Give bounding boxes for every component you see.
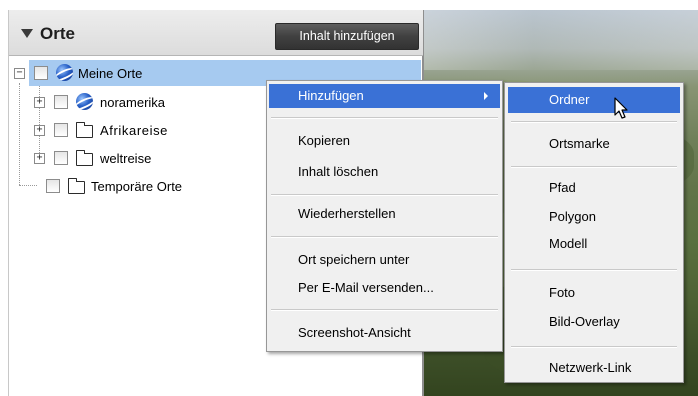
submenu-arrow-icon <box>484 92 488 100</box>
menu-separator <box>271 309 498 311</box>
collapse-triangle-icon[interactable] <box>21 29 33 38</box>
tree-item-checkbox[interactable] <box>54 123 68 137</box>
tree-connector <box>39 83 40 161</box>
menu-separator <box>271 236 498 238</box>
submenu-item-image-overlay[interactable]: Bild-Overlay <box>508 309 680 335</box>
submenu-item-network-link[interactable]: Netzwerk-Link <box>508 355 680 381</box>
menu-item-send-email[interactable]: Per E-Mail versenden... <box>269 276 500 300</box>
tree-connector <box>19 83 20 185</box>
expand-icon[interactable]: + <box>34 97 45 108</box>
menu-separator <box>271 117 498 119</box>
add-submenu: Ordner Ortsmarke Pfad Polygon Modell Fot… <box>504 82 684 383</box>
places-panel-header: Orte Inhalt hinzufügen <box>9 10 423 56</box>
tree-item-label[interactable]: Afrikareise <box>100 123 168 138</box>
menu-item-save-place-as[interactable]: Ort speichern unter <box>269 248 500 272</box>
menu-item-add[interactable]: Hinzufügen <box>269 84 500 108</box>
mouse-cursor-icon <box>614 97 628 119</box>
menu-item-screenshot-view[interactable]: Screenshot-Ansicht <box>269 321 500 345</box>
submenu-item-placemark[interactable]: Ortsmarke <box>508 131 680 157</box>
tree-item-label[interactable]: noramerika <box>100 95 165 110</box>
tree-item-label[interactable]: weltreise <box>100 151 151 166</box>
tree-connector <box>19 185 37 186</box>
menu-item-label: Hinzufügen <box>298 88 364 103</box>
tree-item-checkbox[interactable] <box>54 95 68 109</box>
tree-item-checkbox[interactable] <box>34 66 48 80</box>
menu-separator <box>511 166 677 168</box>
expand-icon[interactable]: + <box>34 125 45 136</box>
submenu-item-polygon[interactable]: Polygon <box>508 204 680 230</box>
submenu-item-model[interactable]: Modell <box>508 231 680 257</box>
menu-separator <box>511 269 677 271</box>
expand-icon[interactable]: + <box>34 153 45 164</box>
folder-icon <box>67 178 85 194</box>
menu-separator <box>511 346 677 348</box>
add-content-button[interactable]: Inhalt hinzufügen <box>275 23 419 50</box>
submenu-item-folder[interactable]: Ordner <box>508 87 680 113</box>
globe-icon <box>76 93 93 110</box>
tree-item-label: Meine Orte <box>78 66 143 81</box>
menu-item-delete-content[interactable]: Inhalt löschen <box>269 160 500 184</box>
menu-separator <box>271 194 498 196</box>
folder-icon <box>75 122 93 138</box>
menu-separator <box>511 121 677 123</box>
menu-item-restore[interactable]: Wiederherstellen <box>269 202 500 226</box>
tree-item-checkbox[interactable] <box>54 151 68 165</box>
menu-item-copy[interactable]: Kopieren <box>269 129 500 153</box>
submenu-item-photo[interactable]: Foto <box>508 280 680 306</box>
submenu-item-path[interactable]: Pfad <box>508 175 680 201</box>
tree-item-label[interactable]: Temporäre Orte <box>91 179 182 194</box>
context-menu: Hinzufügen Kopieren Inhalt löschen Wiede… <box>266 80 503 352</box>
globe-icon <box>56 64 73 81</box>
collapse-icon[interactable]: − <box>14 68 25 79</box>
tree-item-checkbox[interactable] <box>46 179 60 193</box>
panel-title: Orte <box>40 24 75 43</box>
folder-icon <box>75 150 93 166</box>
